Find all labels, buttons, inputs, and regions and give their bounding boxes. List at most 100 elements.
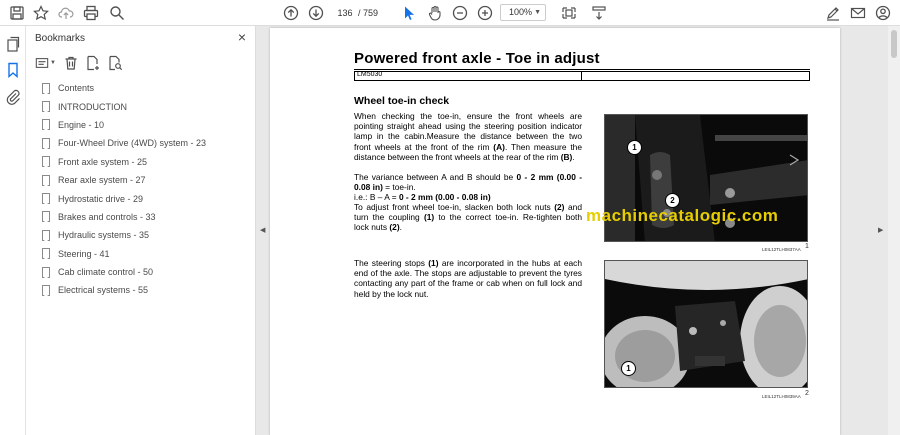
bold-reference: 0 - 2 mm (0.00 - 0.08 in) bbox=[398, 192, 491, 202]
document-viewer[interactable]: ◀ ▶ Powered front axle - Toe in adjust L… bbox=[256, 26, 900, 435]
print-icon[interactable] bbox=[82, 4, 100, 22]
bookmark-icon bbox=[42, 156, 50, 168]
bold-reference: (1) bbox=[423, 212, 435, 223]
procedure-code: LM5030 bbox=[357, 71, 383, 78]
scrollbar-thumb[interactable] bbox=[891, 30, 897, 58]
bookmark-item[interactable]: Rear axle system - 27 bbox=[42, 171, 252, 189]
scroll-mode-icon[interactable] bbox=[590, 4, 608, 22]
section-heading: Wheel toe-in check bbox=[354, 95, 450, 107]
bold-reference: (1) bbox=[428, 258, 439, 268]
figure-1-number: 1 bbox=[805, 243, 809, 250]
bookmark-item[interactable]: Contents bbox=[42, 79, 252, 97]
bookmark-icon bbox=[42, 119, 50, 131]
bookmark-icon bbox=[42, 211, 50, 223]
text-run: = toe-in. bbox=[382, 182, 416, 193]
bookmark-item[interactable]: Cab climate control - 50 bbox=[42, 263, 252, 281]
bookmark-item[interactable]: Steering - 41 bbox=[42, 245, 252, 263]
close-icon[interactable]: × bbox=[238, 30, 246, 44]
paragraph-check: When checking the toe-in, ensure the fro… bbox=[354, 111, 582, 162]
bookmark-icon bbox=[42, 248, 50, 260]
title-rule bbox=[354, 69, 810, 70]
bookmark-icon bbox=[42, 284, 50, 296]
bookmark-label: Brakes and controls - 33 bbox=[58, 211, 156, 222]
hand-tool-icon[interactable] bbox=[426, 4, 444, 22]
text-run: i.e.: B – A = bbox=[354, 192, 399, 202]
bookmark-label: Hydraulic systems - 35 bbox=[58, 230, 150, 241]
bookmark-label: Contents bbox=[58, 83, 95, 94]
star-icon[interactable] bbox=[32, 4, 50, 22]
bookmarks-title: Bookmarks bbox=[35, 33, 86, 44]
chevron-left-icon[interactable]: ◀ bbox=[260, 226, 265, 234]
watermark-text: machinecatalogic.com bbox=[586, 206, 779, 225]
page-number-input[interactable]: 136 bbox=[332, 5, 358, 21]
bookmark-label: Engine - 10 bbox=[58, 119, 105, 130]
page-title: Powered front axle - Toe in adjust bbox=[354, 50, 600, 67]
bookmark-item[interactable]: Four-Wheel Drive (4WD) system - 23 bbox=[42, 134, 252, 152]
bookmark-icon bbox=[42, 101, 50, 113]
zoom-select[interactable]: 100% ▼ bbox=[500, 4, 546, 21]
text-run: To adjust front wheel toe-in, slacken bo… bbox=[354, 202, 555, 212]
add-bookmark-icon[interactable] bbox=[85, 55, 101, 71]
zoom-in-icon[interactable] bbox=[476, 4, 494, 22]
cloud-upload-icon[interactable] bbox=[57, 4, 75, 22]
paragraph-variance: The variance between A and B should be 0… bbox=[354, 172, 582, 192]
figure-2-number: 2 bbox=[805, 390, 809, 397]
previous-page-icon[interactable] bbox=[282, 4, 300, 22]
code-box-divider bbox=[581, 72, 582, 80]
text-run: The variance between A and B should be bbox=[354, 172, 517, 182]
paragraph-formula: i.e.: B – A = 0 - 2 mm (0.00 - 0.08 in) bbox=[354, 192, 582, 202]
bookmark-icon bbox=[42, 82, 50, 94]
account-icon[interactable] bbox=[874, 4, 892, 22]
bookmark-label: Hydrostatic drive - 29 bbox=[58, 193, 144, 204]
paragraph-steering-stops: The steering stops (1) are incorporated … bbox=[354, 258, 582, 299]
attachments-icon[interactable] bbox=[5, 89, 21, 105]
bookmark-icon bbox=[42, 137, 50, 149]
find-bookmark-icon[interactable] bbox=[107, 55, 123, 71]
bold-reference: (2) bbox=[554, 202, 565, 212]
bookmark-item[interactable]: Brakes and controls - 33 bbox=[42, 208, 252, 226]
page-fit-icon[interactable] bbox=[560, 4, 578, 22]
fill-sign-icon[interactable] bbox=[824, 4, 842, 22]
paragraph-adjust: To adjust front wheel toe-in, slacken bo… bbox=[354, 202, 582, 233]
bookmarks-panel: Bookmarks × ▼ Contents INTRODUCTION Engi… bbox=[26, 26, 256, 435]
bookmark-label: Electrical systems - 55 bbox=[58, 285, 149, 296]
bookmark-icon bbox=[42, 174, 50, 186]
chevron-right-icon[interactable]: ▶ bbox=[878, 226, 883, 234]
figure-2-callout-1: 1 bbox=[621, 361, 636, 376]
procedure-code-box: LM5030 bbox=[354, 71, 810, 81]
bookmark-label: INTRODUCTION bbox=[58, 101, 127, 112]
figure-1-callout-1: 1 bbox=[627, 140, 642, 155]
bookmark-item[interactable]: Hydraulic systems - 35 bbox=[42, 226, 252, 244]
select-cursor-icon[interactable] bbox=[400, 4, 418, 22]
text-run: . bbox=[572, 151, 575, 162]
next-page-icon[interactable] bbox=[307, 4, 325, 22]
zoom-out-icon[interactable] bbox=[451, 4, 469, 22]
bold-reference: (B) bbox=[560, 151, 573, 162]
bookmark-label: Four-Wheel Drive (4WD) system - 23 bbox=[58, 138, 207, 149]
toolbar: 136 / 759 100% ▼ bbox=[0, 0, 900, 26]
chevron-down-icon: ▼ bbox=[534, 9, 541, 16]
mail-icon[interactable] bbox=[849, 4, 867, 22]
pdf-page: Powered front axle - Toe in adjust LM503… bbox=[270, 28, 840, 435]
bookmarks-icon[interactable] bbox=[5, 62, 21, 79]
bookmark-label: Steering - 41 bbox=[58, 248, 110, 259]
page-thumbnails-icon[interactable] bbox=[5, 36, 21, 52]
bookmark-item[interactable]: Engine - 10 bbox=[42, 116, 252, 134]
delete-bookmark-icon[interactable] bbox=[63, 55, 79, 71]
figure-2-caption: LEIL12TLH0839AA bbox=[762, 394, 801, 399]
bookmark-options-icon[interactable]: ▼ bbox=[35, 55, 57, 71]
bookmark-item[interactable]: Hydrostatic drive - 29 bbox=[42, 189, 252, 207]
search-icon[interactable] bbox=[108, 4, 126, 22]
bookmark-label: Front axle system - 25 bbox=[58, 156, 148, 167]
bookmark-label: Cab climate control - 50 bbox=[58, 267, 154, 278]
bookmark-item[interactable]: Front axle system - 25 bbox=[42, 153, 252, 171]
bookmark-item[interactable]: INTRODUCTION bbox=[42, 97, 252, 115]
zoom-value: 100% bbox=[509, 7, 533, 17]
bookmark-icon bbox=[42, 229, 50, 241]
bookmark-item[interactable]: Electrical systems - 55 bbox=[42, 281, 252, 299]
bookmark-list: Contents INTRODUCTION Engine - 10 Four-W… bbox=[42, 79, 252, 300]
save-icon[interactable] bbox=[8, 4, 26, 22]
bookmarks-toolbar: ▼ bbox=[35, 54, 123, 72]
text-run: . bbox=[399, 222, 402, 233]
vertical-scrollbar[interactable] bbox=[888, 26, 900, 435]
